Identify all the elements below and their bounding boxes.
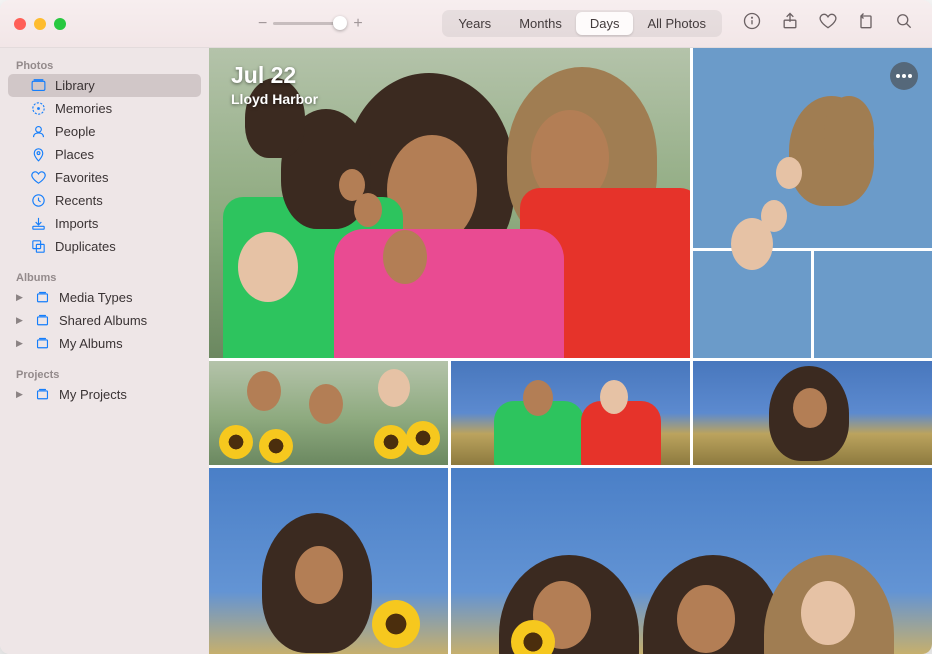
sidebar-item-duplicates[interactable]: Duplicates <box>8 235 201 258</box>
toolbar-actions <box>742 11 918 36</box>
photo-thumbnail[interactable] <box>693 361 932 465</box>
album-icon <box>34 312 51 329</box>
duplicates-icon <box>30 238 47 255</box>
segment-months[interactable]: Months <box>505 12 576 35</box>
more-button[interactable] <box>890 62 918 90</box>
sidebar-item-label: Places <box>55 147 94 162</box>
sidebar-item-imports[interactable]: Imports <box>8 212 201 235</box>
section-label-photos: Photos <box>8 56 201 74</box>
zoom-in-icon[interactable]: + <box>353 15 362 33</box>
sidebar-item-label: Shared Albums <box>59 313 147 328</box>
sidebar-item-library[interactable]: Library <box>8 74 201 97</box>
sidebar-item-label: Media Types <box>59 290 132 305</box>
photos-window: − + Years Months Days All Photos Photos … <box>0 0 932 654</box>
sidebar-item-memories[interactable]: Memories <box>8 97 201 120</box>
section-label-projects: Projects <box>8 365 201 383</box>
chevron-right-icon[interactable]: ▶ <box>16 338 26 349</box>
segment-days[interactable]: Days <box>576 12 634 35</box>
sidebar-item-label: People <box>55 124 95 139</box>
minimize-button[interactable] <box>34 18 46 30</box>
view-segmented-control[interactable]: Years Months Days All Photos <box>442 10 722 37</box>
people-icon <box>30 123 47 140</box>
chevron-right-icon[interactable]: ▶ <box>16 315 26 326</box>
zoom-slider[interactable]: − + <box>258 15 363 33</box>
sidebar-item-people[interactable]: People <box>8 120 201 143</box>
favorite-icon[interactable] <box>818 11 838 36</box>
segment-years[interactable]: Years <box>444 12 505 35</box>
sidebar: Photos Library Memories People Places Fa… <box>0 48 209 654</box>
photo-thumbnail[interactable] <box>209 361 448 465</box>
chevron-right-icon[interactable]: ▶ <box>16 389 26 400</box>
zoom-button[interactable] <box>54 18 66 30</box>
share-icon[interactable] <box>780 11 800 36</box>
photo-thumbnail-group <box>693 48 932 358</box>
sidebar-item-label: Favorites <box>55 170 108 185</box>
memories-icon <box>30 100 47 117</box>
photo-thumbnail[interactable] <box>451 361 690 465</box>
library-icon <box>30 77 47 94</box>
rotate-icon[interactable] <box>856 11 876 36</box>
album-icon <box>34 335 51 352</box>
sidebar-item-media-types[interactable]: ▶ Media Types <box>8 286 201 309</box>
segment-all-photos[interactable]: All Photos <box>633 12 720 35</box>
photo-thumbnail[interactable] <box>814 251 932 358</box>
sidebar-item-places[interactable]: Places <box>8 143 201 166</box>
chevron-right-icon[interactable]: ▶ <box>16 292 26 303</box>
photo-grid: Jul 22 Lloyd Harbor <box>209 48 932 654</box>
sidebar-item-label: Imports <box>55 216 98 231</box>
traffic-lights <box>14 18 66 30</box>
info-icon[interactable] <box>742 11 762 36</box>
sidebar-item-shared-albums[interactable]: ▶ Shared Albums <box>8 309 201 332</box>
sidebar-item-label: Duplicates <box>55 239 116 254</box>
day-header: Jul 22 Lloyd Harbor <box>231 62 318 107</box>
sidebar-item-label: My Albums <box>59 336 123 351</box>
album-icon <box>34 386 51 403</box>
section-label-albums: Albums <box>8 268 201 286</box>
zoom-out-icon[interactable]: − <box>258 15 267 33</box>
titlebar: − + Years Months Days All Photos <box>0 0 932 48</box>
heart-icon <box>30 169 47 186</box>
day-date: Jul 22 <box>231 62 318 89</box>
photo-thumbnail[interactable] <box>451 468 932 654</box>
album-icon <box>34 289 51 306</box>
sidebar-item-my-albums[interactable]: ▶ My Albums <box>8 332 201 355</box>
search-icon[interactable] <box>894 11 914 36</box>
day-location: Lloyd Harbor <box>231 91 318 107</box>
sidebar-item-my-projects[interactable]: ▶ My Projects <box>8 383 201 406</box>
clock-icon <box>30 192 47 209</box>
close-button[interactable] <box>14 18 26 30</box>
sidebar-item-label: Library <box>55 78 95 93</box>
import-icon <box>30 215 47 232</box>
sidebar-item-label: Memories <box>55 101 112 116</box>
sidebar-item-label: My Projects <box>59 387 127 402</box>
places-icon <box>30 146 47 163</box>
sidebar-item-recents[interactable]: Recents <box>8 189 201 212</box>
sidebar-item-label: Recents <box>55 193 103 208</box>
sidebar-item-favorites[interactable]: Favorites <box>8 166 201 189</box>
photo-thumbnail[interactable] <box>209 468 448 654</box>
